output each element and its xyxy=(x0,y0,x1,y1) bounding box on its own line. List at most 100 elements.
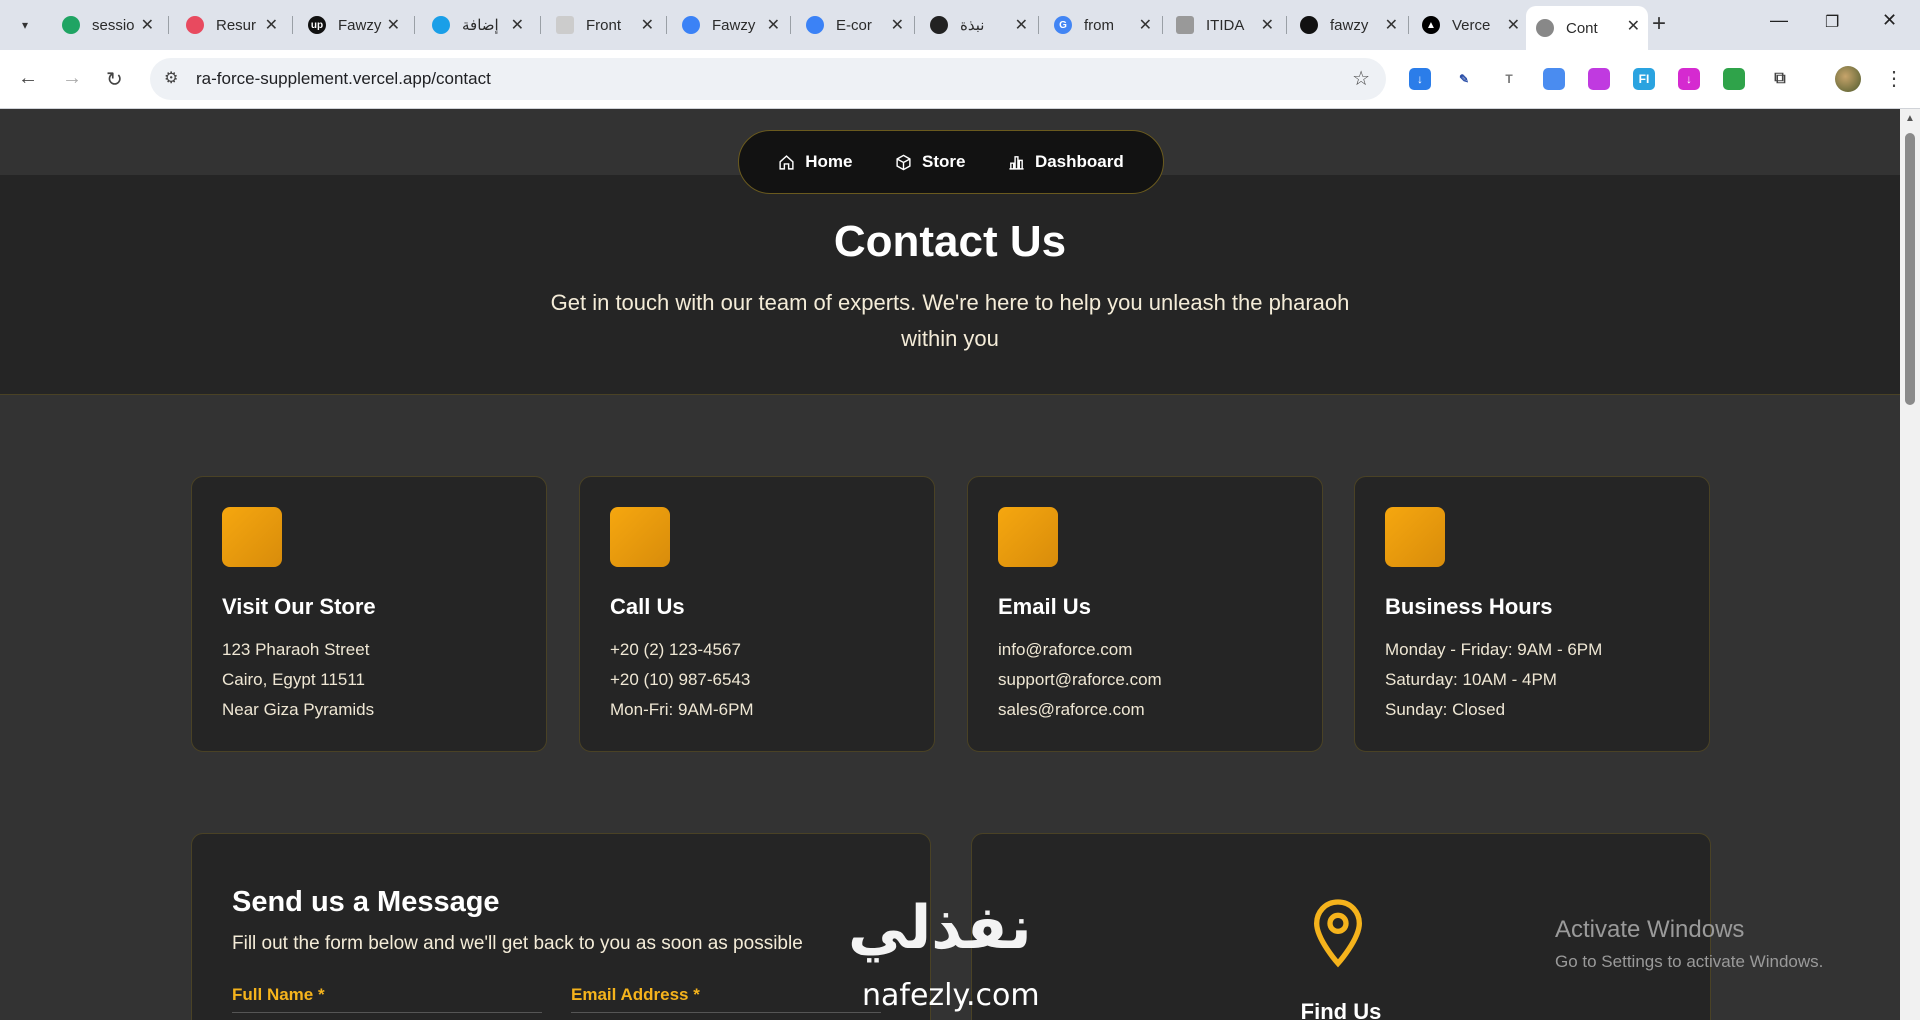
new-tab-icon[interactable]: + xyxy=(1652,10,1666,38)
card-line: Mon-Fri: 9AM-6PM xyxy=(610,700,754,719)
text-extension-icon[interactable]: T xyxy=(1498,68,1520,90)
close-tab-icon[interactable]: ✕ xyxy=(1015,15,1028,35)
tab-title: fawzy xyxy=(1330,16,1369,34)
tab-search-chevron-icon[interactable]: ▾ xyxy=(12,12,38,38)
card-line: 123 Pharaoh Street xyxy=(222,640,370,659)
close-tab-icon[interactable]: ✕ xyxy=(1627,16,1640,36)
nafezly-watermark: نفذلي xyxy=(848,893,1032,963)
restore-icon[interactable]: ❐ xyxy=(1825,12,1839,32)
nav-store-label: Store xyxy=(921,152,966,171)
site-info-icon[interactable]: ⚙ xyxy=(164,68,178,88)
arrow-logo-icon xyxy=(806,16,824,34)
contact-card-email: Email Us info@raforce.com support@raforc… xyxy=(967,476,1323,752)
globe-icon xyxy=(1536,19,1554,37)
close-tab-icon[interactable]: ✕ xyxy=(1507,15,1520,35)
close-tab-icon[interactable]: ✕ xyxy=(265,15,278,35)
card-line: Sunday: Closed xyxy=(1385,700,1506,719)
browser-tab[interactable]: G from ✕ xyxy=(1044,8,1160,42)
card-title: Call Us xyxy=(610,594,685,619)
browser-tab[interactable]: Front ✕ xyxy=(546,8,662,42)
tab-title: Verce xyxy=(1452,16,1491,34)
browser-tab[interactable]: fawzy ✕ xyxy=(1290,8,1406,42)
menu-kebab-icon[interactable]: ⋮ xyxy=(1884,66,1904,91)
contact-card-store: Visit Our Store 123 Pharaoh Street Cairo… xyxy=(191,476,547,752)
card-line: Monday - Friday: 9AM - 6PM xyxy=(1385,640,1603,659)
main-nav: Home Store Dashboard xyxy=(738,130,1164,194)
tab-title: Fawzy xyxy=(338,16,382,34)
forward-icon[interactable]: → xyxy=(62,67,82,90)
close-tab-icon[interactable]: ✕ xyxy=(1261,15,1274,35)
browser-tab[interactable]: Resur ✕ xyxy=(176,8,286,42)
robot-extension-icon[interactable] xyxy=(1723,68,1745,90)
card-line[interactable]: sales@raforce.com xyxy=(998,700,1145,720)
close-tab-icon[interactable]: ✕ xyxy=(1139,15,1152,35)
scroll-up-icon[interactable]: ▲ xyxy=(1905,113,1915,124)
tab-title: ITIDA xyxy=(1206,16,1245,34)
close-tab-icon[interactable]: ✕ xyxy=(891,15,904,35)
url-text[interactable]: ra-force-supplement.vercel.app/contact xyxy=(196,69,491,89)
close-window-icon[interactable]: ✕ xyxy=(1882,10,1897,31)
card-line: +20 (2) 123-4567 xyxy=(610,640,741,659)
map-pin-icon xyxy=(1313,899,1363,968)
browser-tab[interactable]: sessio ✕ xyxy=(52,8,162,42)
docs-extension-icon[interactable] xyxy=(1543,68,1565,90)
bookmark-star-icon[interactable]: ☆ xyxy=(1352,66,1370,91)
card-line: Near Giza Pyramids xyxy=(222,700,375,719)
fi-extension-icon[interactable]: FI xyxy=(1633,68,1655,90)
close-tab-icon[interactable]: ✕ xyxy=(641,15,654,35)
card-line[interactable]: support@raforce.com xyxy=(998,670,1162,690)
tab-title: sessio xyxy=(92,16,135,34)
card-line: +20 (10) 987-6543 xyxy=(610,670,751,689)
browser-tab[interactable]: إضافة ✕ xyxy=(422,8,532,42)
back-icon[interactable]: ← xyxy=(18,67,38,90)
email-label: Email Address * xyxy=(571,985,700,1004)
nav-home[interactable]: Home xyxy=(778,152,852,172)
google-drive-icon xyxy=(62,16,80,34)
nav-dashboard[interactable]: Dashboard xyxy=(1008,152,1124,172)
browser-toolbar: ← → ↻ ⚙ ra-force-supplement.vercel.app/c… xyxy=(0,50,1920,109)
browser-tab[interactable]: E-cor ✕ xyxy=(796,8,912,42)
page-scrollbar[interactable]: ▲ xyxy=(1900,109,1920,1020)
vercel-icon: ▲ xyxy=(1422,16,1440,34)
map-pin-icon xyxy=(222,507,282,567)
email-input[interactable] xyxy=(571,1012,881,1016)
browser-tab[interactable]: Fawzy ✕ xyxy=(672,8,788,42)
card-title: Visit Our Store xyxy=(222,594,376,619)
browser-tab[interactable]: نبذة ✕ xyxy=(920,8,1036,42)
browser-tab[interactable]: up Fawzy ✕ xyxy=(298,8,408,42)
close-tab-icon[interactable]: ✕ xyxy=(511,15,524,35)
full-name-input[interactable] xyxy=(232,1012,542,1016)
pen-extension-icon[interactable]: ✎ xyxy=(1453,68,1475,90)
nav-store[interactable]: Store xyxy=(895,152,965,172)
google-icon: G xyxy=(1054,16,1072,34)
nav-dashboard-label: Dashboard xyxy=(1034,152,1124,171)
card-title: Business Hours xyxy=(1385,594,1553,619)
openai-icon xyxy=(930,16,948,34)
downloader-extension-icon[interactable]: ↓ xyxy=(1678,68,1700,90)
close-tab-icon[interactable]: ✕ xyxy=(387,15,400,35)
browser-tab-active[interactable]: Cont ✕ xyxy=(1526,6,1648,50)
form-subtitle: Fill out the form below and we'll get ba… xyxy=(232,933,803,954)
card-title: Email Us xyxy=(998,594,1091,619)
close-tab-icon[interactable]: ✕ xyxy=(141,15,154,35)
close-tab-icon[interactable]: ✕ xyxy=(1385,15,1398,35)
tab-title: نبذة xyxy=(960,17,985,34)
extensions-puzzle-icon[interactable]: ⧉ xyxy=(1769,68,1791,90)
scrollbar-thumb[interactable] xyxy=(1905,133,1915,405)
page: Home Store Dashboard Contact Us Get in t… xyxy=(0,109,1900,1020)
itida-icon xyxy=(1176,16,1194,34)
browser-tab[interactable]: ▲ Verce ✕ xyxy=(1412,8,1528,42)
profile-avatar[interactable] xyxy=(1835,66,1861,92)
card-line[interactable]: info@raforce.com xyxy=(998,640,1132,660)
github-icon xyxy=(1300,16,1318,34)
mail-icon xyxy=(998,507,1058,567)
page-subtitle: Get in touch with our team of experts. W… xyxy=(550,290,1350,351)
reload-icon[interactable]: ↻ xyxy=(106,67,123,92)
address-bar[interactable]: ⚙ ra-force-supplement.vercel.app/contact… xyxy=(150,58,1386,100)
color-extension-icon[interactable] xyxy=(1588,68,1610,90)
tab-title: Resur xyxy=(216,16,257,34)
browser-tab[interactable]: ITIDA ✕ xyxy=(1166,8,1282,42)
minimize-icon[interactable]: — xyxy=(1770,10,1788,31)
close-tab-icon[interactable]: ✕ xyxy=(767,15,780,35)
download-extension-icon[interactable]: ↓ xyxy=(1409,68,1431,90)
